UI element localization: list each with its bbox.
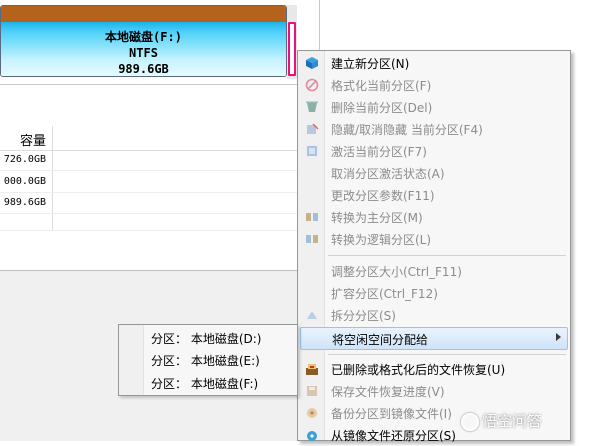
menu-item-label: 将空闲空间分配给 xyxy=(332,333,429,347)
menu-item-label: 扩容分区(Ctrl_F12) xyxy=(331,287,438,301)
table-row-divider xyxy=(0,230,320,231)
menu-item-label: 转换为逻辑分区(L) xyxy=(331,233,432,247)
partition-context-menu: 建立新分区(N) 格式化当前分区(F) 删除当前分区(Del) 隐藏/取消隐藏 … xyxy=(297,50,571,443)
menu-item-activate-partition[interactable]: 激活当前分区(F7) xyxy=(300,140,568,162)
watermark: 悟空问答 xyxy=(461,410,589,434)
table-row-divider xyxy=(0,192,320,193)
restore-icon xyxy=(307,431,317,441)
menu-item-label: 格式化当前分区(F) xyxy=(331,79,432,93)
menu-item-save-recovery-progress[interactable]: 保存文件恢复进度(V) xyxy=(300,380,568,402)
partition-label: 本地磁盘(F:) NTFS 989.6GB xyxy=(1,29,286,76)
menu-item-label: 备份分区到镜像文件(I) xyxy=(331,407,452,421)
column-header-capacity[interactable]: 容量 xyxy=(0,130,46,149)
table-row-capacity[interactable]: 000.0GB xyxy=(0,176,46,187)
menu-item-new-partition[interactable]: 建立新分区(N) xyxy=(300,52,568,74)
submenu-item-partition-e[interactable]: 分区： 本地磁盘(E:) xyxy=(151,352,260,369)
split-icon xyxy=(307,311,317,319)
menu-item-convert-primary[interactable]: 转换为主分区(M) xyxy=(300,206,568,228)
table-row-divider xyxy=(0,213,320,214)
submenu-item-partition-f[interactable]: 分区： 本地磁盘(F:) xyxy=(151,375,258,392)
menu-item-split-partition[interactable]: 拆分分区(S) xyxy=(300,304,568,326)
menu-item-label: 建立新分区(N) xyxy=(331,57,410,71)
menu-item-hide-partition[interactable]: 隐藏/取消隐藏 当前分区(F4) xyxy=(300,118,568,140)
column-divider xyxy=(52,126,53,230)
backup-icon xyxy=(307,408,317,418)
menu-item-label: 取消分区激活状态(A) xyxy=(331,167,445,181)
menu-item-label: 保存文件恢复进度(V) xyxy=(331,385,445,399)
disk-map-separator xyxy=(0,84,320,85)
menu-item-deactivate-partition[interactable]: 取消分区激活状态(A) xyxy=(300,162,568,184)
hide-icon xyxy=(307,123,319,134)
menu-separator xyxy=(328,354,566,355)
format-icon xyxy=(305,78,319,92)
menu-item-label: 更改分区参数(F11) xyxy=(331,189,435,203)
menu-item-extend-partition[interactable]: 扩容分区(Ctrl_F12) xyxy=(300,282,568,304)
disk-scrollbar-thumb[interactable] xyxy=(288,22,296,76)
watermark-text: 悟空问答 xyxy=(482,412,543,430)
menu-item-label: 调整分区大小(Ctrl_F11) xyxy=(331,265,462,279)
menu-item-convert-logical[interactable]: 转换为逻辑分区(L) xyxy=(300,228,568,250)
convert-logical-icon xyxy=(306,235,318,243)
menu-item-delete-partition[interactable]: 删除当前分区(Del) xyxy=(300,96,568,118)
menu-item-file-recovery[interactable]: 已删除或格式化后的文件恢复(U) xyxy=(300,358,568,380)
table-row-capacity[interactable]: 989.6GB xyxy=(0,197,46,208)
table-row-capacity[interactable]: 726.0GB xyxy=(0,154,46,165)
activate-icon xyxy=(307,146,317,156)
menu-item-label: 拆分分区(S) xyxy=(331,309,396,323)
partition-name: 本地磁盘(F:) xyxy=(105,30,182,44)
partition-table-header: 容量 xyxy=(0,126,320,151)
watermark-logo-icon xyxy=(461,412,479,431)
menu-item-label: 激活当前分区(F7) xyxy=(331,145,427,159)
menu-item-label: 已删除或格式化后的文件恢复(U) xyxy=(331,363,506,377)
partition-size: 989.6GB xyxy=(118,62,169,76)
save-progress-icon xyxy=(307,386,317,396)
menu-item-label: 转换为主分区(M) xyxy=(331,211,423,225)
allocate-free-space-submenu: 分区： 本地磁盘(D:) 分区： 本地磁盘(E:) 分区： 本地磁盘(F:) xyxy=(118,324,298,396)
disk-map-panel: 本地磁盘(F:) NTFS 989.6GB xyxy=(0,0,297,84)
menu-item-label: 隐藏/取消隐藏 当前分区(F4) xyxy=(331,123,483,137)
convert-primary-icon xyxy=(306,213,318,221)
menu-item-format-partition[interactable]: 格式化当前分区(F) xyxy=(300,74,568,96)
chevron-right-icon xyxy=(556,333,561,341)
partition-filesystem: NTFS xyxy=(129,46,158,60)
partition-block-f[interactable]: 本地磁盘(F:) NTFS 989.6GB xyxy=(0,5,287,77)
menu-item-resize-partition[interactable]: 调整分区大小(Ctrl_F11) xyxy=(300,260,568,282)
menu-separator xyxy=(328,255,566,256)
file-recovery-icon xyxy=(306,364,318,375)
submenu-item-partition-d[interactable]: 分区： 本地磁盘(D:) xyxy=(151,330,261,347)
new-partition-icon xyxy=(306,57,318,69)
submenu-icon-gutter xyxy=(119,325,144,395)
menu-item-allocate-free-space[interactable]: 将空闲空间分配给 xyxy=(300,327,568,350)
partition-usage-strip xyxy=(1,6,286,22)
menu-item-label: 删除当前分区(Del) xyxy=(331,101,433,115)
menu-item-change-parameters[interactable]: 更改分区参数(F11) xyxy=(300,184,568,206)
table-row-divider xyxy=(0,170,320,171)
delete-icon xyxy=(306,101,318,112)
menu-item-label: 从镜像文件还原分区(S) xyxy=(331,429,456,443)
